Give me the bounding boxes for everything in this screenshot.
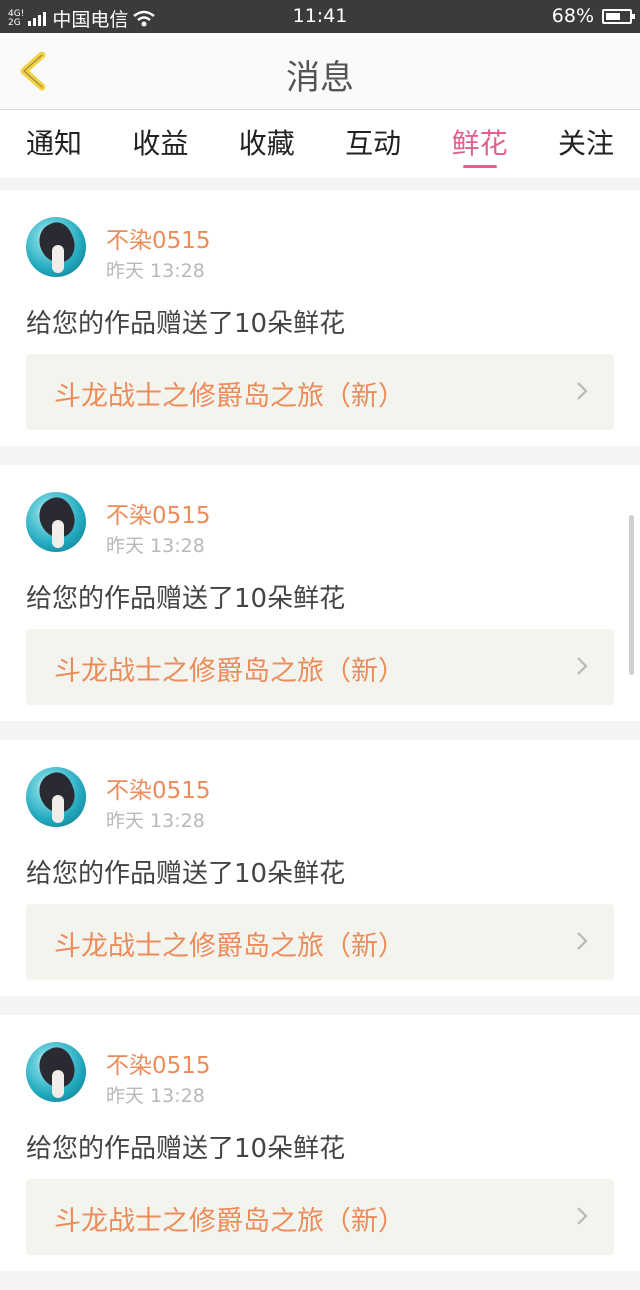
tab-interactions[interactable]: 互动 xyxy=(345,110,401,178)
work-title: 斗龙战士之修爵岛之旅（新） xyxy=(54,656,405,687)
work-link[interactable]: 斗龙战士之修爵岛之旅（新） xyxy=(26,904,614,980)
username[interactable]: 不染0515 xyxy=(106,771,211,805)
tab-flowers[interactable]: 鲜花 xyxy=(452,110,508,178)
battery-percent: 68% xyxy=(551,5,594,27)
message-time: 昨天 13:28 xyxy=(106,535,205,557)
message-time: 昨天 13:28 xyxy=(106,810,205,832)
tab-label: 通知 xyxy=(26,127,83,160)
username[interactable]: 不染0515 xyxy=(106,1046,211,1080)
tab-label: 收藏 xyxy=(238,127,295,160)
tab-notifications[interactable]: 通知 xyxy=(26,110,82,178)
tab-bar: 通知 收益 收藏 互动 鲜花 关注 xyxy=(0,110,640,178)
user-avatar[interactable] xyxy=(26,217,86,277)
message-card: 不染0515 昨天 13:28 给您的作品赠送了10朵鲜花 斗龙战士之修爵岛之旅… xyxy=(0,190,640,446)
message-card: 不染0515 昨天 13:28 给您的作品赠送了10朵鲜花 斗龙战士之修爵岛之旅… xyxy=(0,740,640,996)
message-text: 给您的作品赠送了10朵鲜花 xyxy=(26,584,346,614)
status-bar: 4G! 2G 中国电信 11:41 68% xyxy=(0,0,640,33)
chevron-right-icon xyxy=(577,657,588,675)
tab-label: 鲜花 xyxy=(451,127,508,160)
tab-label: 关注 xyxy=(557,127,614,160)
active-tab-indicator xyxy=(462,165,497,168)
chevron-right-icon xyxy=(577,1207,588,1225)
tab-following[interactable]: 关注 xyxy=(558,110,614,178)
work-title: 斗龙战士之修爵岛之旅（新） xyxy=(54,931,405,962)
work-link[interactable]: 斗龙战士之修爵岛之旅（新） xyxy=(26,629,614,705)
status-time: 11:41 xyxy=(292,5,348,27)
status-right: 68% xyxy=(551,5,635,27)
work-title: 斗龙战士之修爵岛之旅（新） xyxy=(54,1206,405,1237)
message-card: 不染0515 昨天 13:28 给您的作品赠送了10朵鲜花 斗龙战士之修爵岛之旅… xyxy=(0,1015,640,1271)
message-list: 不染0515 昨天 13:28 给您的作品赠送了10朵鲜花 斗龙战士之修爵岛之旅… xyxy=(0,190,640,1290)
work-link[interactable]: 斗龙战士之修爵岛之旅（新） xyxy=(26,1179,614,1255)
chevron-right-icon xyxy=(577,932,588,950)
message-time: 昨天 13:28 xyxy=(106,260,205,282)
work-link[interactable]: 斗龙战士之修爵岛之旅（新） xyxy=(26,354,614,430)
scrollbar[interactable] xyxy=(629,515,634,675)
message-text: 给您的作品赠送了10朵鲜花 xyxy=(26,309,346,339)
username[interactable]: 不染0515 xyxy=(106,496,211,530)
user-avatar[interactable] xyxy=(26,767,86,827)
header-bar: 消息 xyxy=(0,33,640,110)
message-card: 不染0515 昨天 13:28 给您的作品赠送了10朵鲜花 斗龙战士之修爵岛之旅… xyxy=(0,465,640,721)
chevron-right-icon xyxy=(577,382,588,400)
battery-fill xyxy=(606,12,621,20)
tab-label: 收益 xyxy=(132,127,189,160)
user-avatar[interactable] xyxy=(26,492,86,552)
battery-icon xyxy=(602,8,635,24)
username[interactable]: 不染0515 xyxy=(106,221,211,255)
user-avatar[interactable] xyxy=(26,1042,86,1102)
message-text: 给您的作品赠送了10朵鲜花 xyxy=(26,859,346,889)
tab-favorites[interactable]: 收藏 xyxy=(239,110,295,178)
message-text: 给您的作品赠送了10朵鲜花 xyxy=(26,1134,346,1164)
page-title: 消息 xyxy=(286,58,354,98)
work-title: 斗龙战士之修爵岛之旅（新） xyxy=(54,381,405,412)
message-time: 昨天 13:28 xyxy=(106,1085,205,1107)
tab-label: 互动 xyxy=(345,127,402,160)
tab-earnings[interactable]: 收益 xyxy=(132,110,188,178)
